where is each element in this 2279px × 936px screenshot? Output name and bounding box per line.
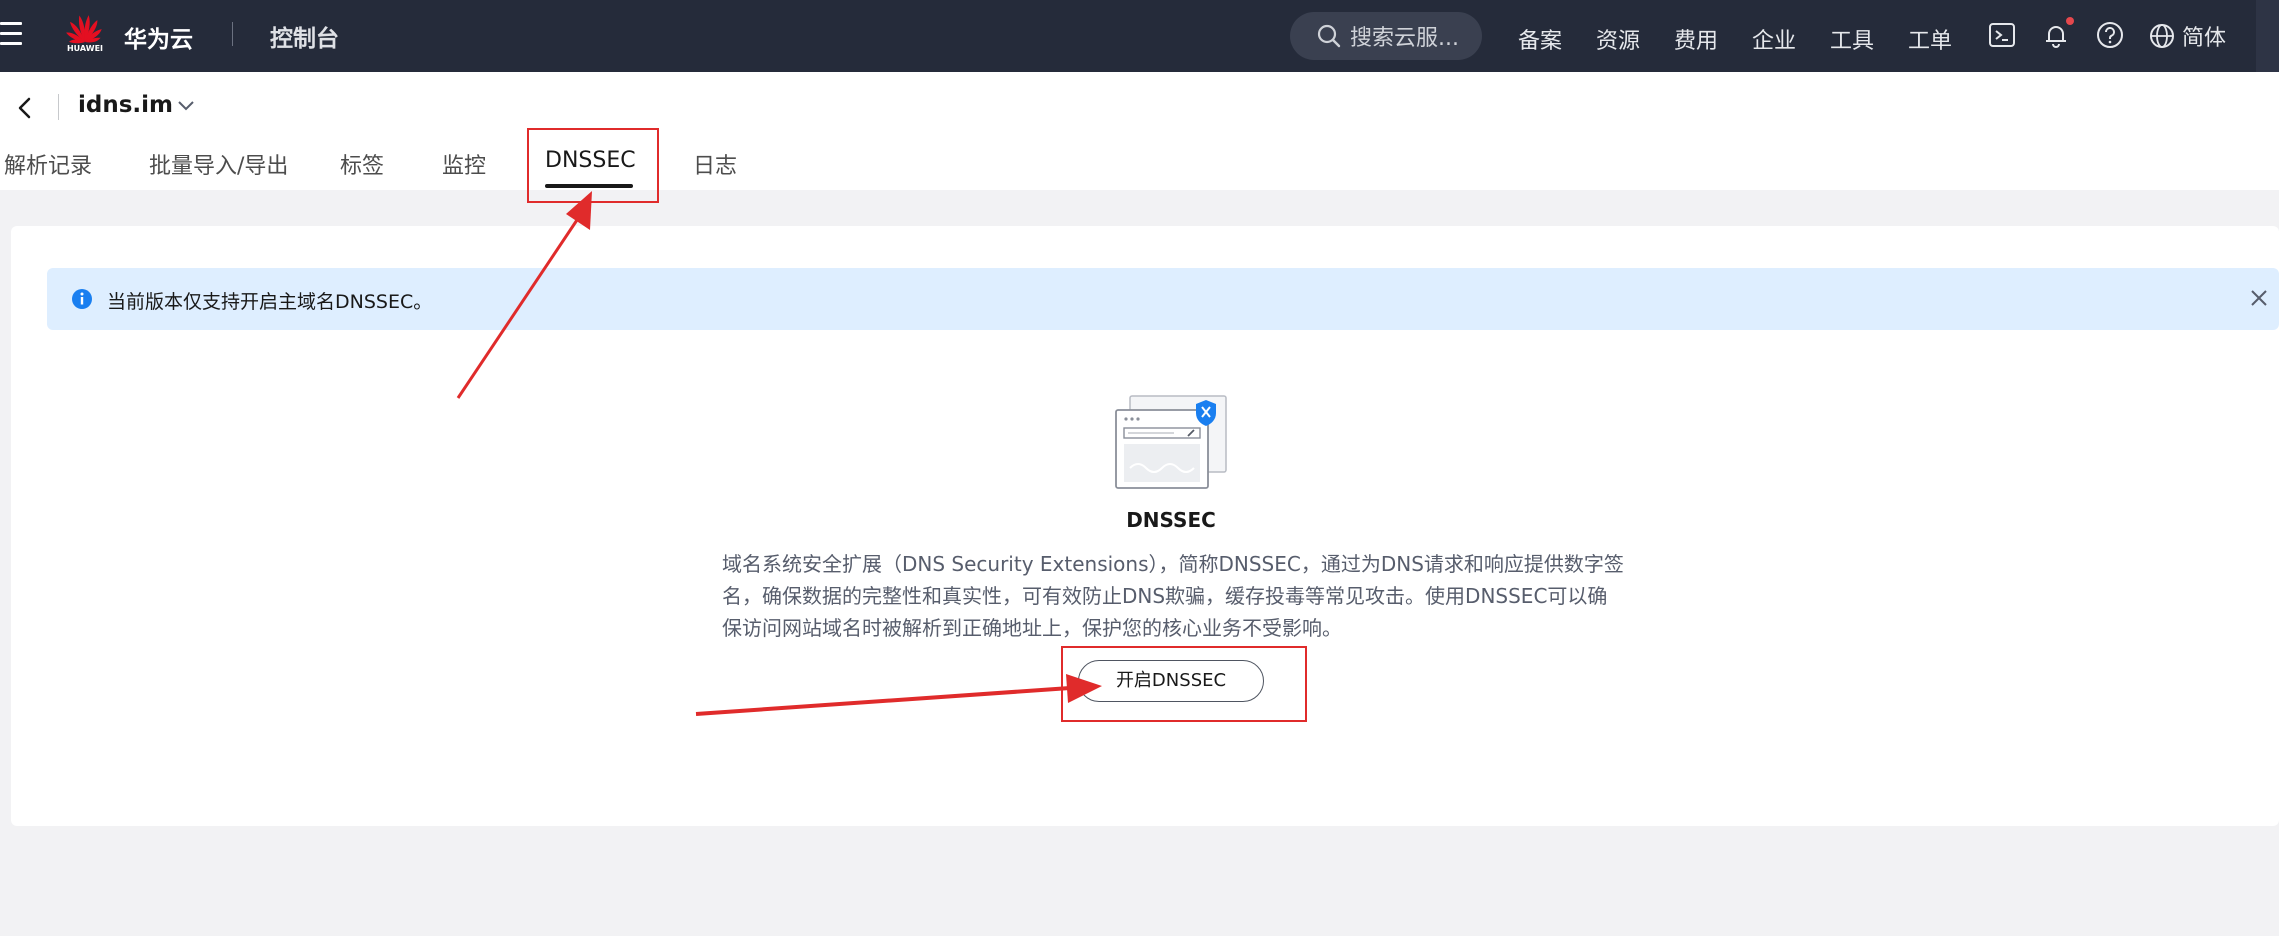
menu-icon[interactable] xyxy=(0,22,24,48)
chevron-down-icon[interactable] xyxy=(176,98,196,114)
empty-state-description: 域名系统安全扩展（DNS Security Extensions），简称DNSS… xyxy=(722,552,1624,640)
nav-tools[interactable]: 工具 xyxy=(1830,23,1874,55)
search-box[interactable]: 搜索云服... xyxy=(1290,12,1482,60)
tab-resolution-records[interactable]: 解析记录 xyxy=(4,148,92,180)
huawei-logo[interactable]: HUAWEI xyxy=(60,12,110,58)
notification-badge xyxy=(2066,17,2074,25)
dnssec-illustration-icon xyxy=(1115,395,1227,489)
bell-icon[interactable] xyxy=(2041,20,2071,50)
divider xyxy=(232,22,233,46)
tab-batch-import-export[interactable]: 批量导入/导出 xyxy=(149,148,288,180)
tab-monitoring[interactable]: 监控 xyxy=(442,148,486,180)
brand-name[interactable]: 华为云 xyxy=(124,20,193,54)
nav-enterprise[interactable]: 企业 xyxy=(1752,23,1796,55)
page-root: HUAWEI 华为云 控制台 搜索云服... 备案 资源 费用 企业 工具 工单 xyxy=(0,0,2279,936)
info-alert: 当前版本仅支持开启主域名DNSSEC。 xyxy=(47,268,2279,330)
help-icon[interactable] xyxy=(2095,20,2125,50)
back-arrow-icon[interactable] xyxy=(14,94,36,122)
empty-state-title: DNSSEC xyxy=(1126,508,1216,532)
search-placeholder: 搜索云服... xyxy=(1350,26,1459,51)
nav-billing[interactable]: 费用 xyxy=(1674,23,1718,55)
huawei-petals-icon xyxy=(66,15,102,44)
nav-tickets[interactable]: 工单 xyxy=(1908,23,1952,55)
tab-tags[interactable]: 标签 xyxy=(340,148,384,180)
console-link[interactable]: 控制台 xyxy=(270,19,339,53)
terminal-icon[interactable] xyxy=(1987,20,2017,50)
annotation-box-tab xyxy=(527,128,659,203)
nav-beian[interactable]: 备案 xyxy=(1518,23,1562,55)
domain-title: idns.im xyxy=(78,92,173,118)
domain-header: idns.im 解析记录 批量导入/导出 标签 监控 DNSSEC 日志 xyxy=(0,72,2279,190)
nav-resources[interactable]: 资源 xyxy=(1596,23,1640,55)
tab-logs[interactable]: 日志 xyxy=(693,148,737,180)
search-icon xyxy=(1317,24,1341,48)
logo-text: HUAWEI xyxy=(66,44,104,53)
alert-message: 当前版本仅支持开启主域名DNSSEC。 xyxy=(107,291,433,313)
globe-icon xyxy=(2150,24,2174,48)
annotation-box-button xyxy=(1061,646,1307,722)
close-icon[interactable] xyxy=(2249,288,2269,308)
top-bar: HUAWEI 华为云 控制台 搜索云服... 备案 资源 费用 企业 工具 工单 xyxy=(0,0,2279,72)
language-label: 简体 xyxy=(2182,26,2227,51)
divider xyxy=(58,94,59,120)
topbar-edge xyxy=(2256,0,2279,72)
info-icon xyxy=(72,289,92,309)
language-switch[interactable]: 简体 xyxy=(2148,20,2226,52)
